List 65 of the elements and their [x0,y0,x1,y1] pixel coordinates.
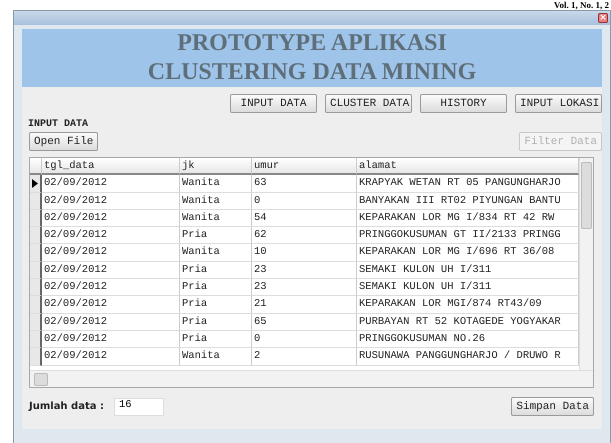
table-cell: Pria [180,296,252,314]
table-cell: BANYAKAN III RT02 PIYUNGAN BANTU [357,192,579,210]
table-cell: KRAPYAK WETAN RT 05 PANGUNGHARJO [357,175,579,193]
table-cell: 23 [252,262,357,280]
table-cell: Wanita [180,348,252,366]
table-cell: 02/09/2012 [42,192,180,210]
column-header[interactable]: alamat [357,158,579,176]
row-pointer-icon [32,178,38,188]
table-cell: Wanita [180,244,252,262]
table-cell: 2 [252,348,357,366]
column-header[interactable]: umur [252,158,357,176]
table-cell: Pria [180,330,252,348]
table-cell: 02/09/2012 [42,262,180,280]
table-cell: Pria [180,279,252,296]
column-header[interactable]: jk [180,158,252,176]
table-cell: 0 [252,192,357,210]
horizontal-scrollbar[interactable] [30,370,593,387]
table-cell: SEMAKI KULON UH I/311 [357,279,579,296]
app-title: PROTOTYPE APLIKASI [177,29,447,58]
column-header[interactable]: tgl_data [42,158,180,176]
table-cell: Wanita [180,175,252,193]
table-cell: 02/09/2012 [42,175,180,193]
table-cell: 62 [252,227,357,244]
table-cell: 02/09/2012 [42,348,180,366]
table-cell: Pria [180,262,252,280]
table-cell: KEPARAKAN LOR MG I/696 RT 36/08 [357,244,579,262]
table-cell: 02/09/2012 [42,330,180,348]
table-cell: Wanita [180,192,252,210]
corner-header [30,158,42,176]
table-cell: 0 [252,330,357,348]
table-cell: PURBAYAN RT 52 KOTAGEDE YOGYAKAR [357,314,579,331]
table-cell: SEMAKI KULON UH I/311 [357,262,579,280]
table-cell: 23 [252,279,357,296]
nav-button[interactable]: INPUT DATA [230,94,317,113]
table-cell: KEPARAKAN LOR MG I/834 RT 42 RW [357,210,579,228]
table-cell: 02/09/2012 [42,227,180,244]
table-cell: PRINGGOKUSUMAN GT II/2133 PRINGG [357,227,579,244]
section-label: INPUT DATA [28,119,90,130]
vertical-scrollbar[interactable] [579,158,593,370]
table-cell: 65 [252,314,357,331]
table-cell: PRINGGOKUSUMAN NO.26 [357,330,579,348]
table-cell: 21 [252,296,357,314]
table-cell: 02/09/2012 [42,210,180,228]
table-cell: 02/09/2012 [42,296,180,314]
page-header: Vol. 1, No. 1, 2 [554,0,609,10]
table-cell: Pria [180,227,252,244]
table-cell: 54 [252,210,357,228]
table-cell: 02/09/2012 [42,314,180,331]
table-cell: Pria [180,314,252,331]
open-file-button[interactable]: Open File [29,132,98,151]
nav-button[interactable]: INPUT LOKASI [515,94,602,113]
nav-button[interactable]: CLUSTER DATA [325,94,412,113]
count-label: Jumlah data : [29,401,104,412]
row-header[interactable] [30,175,42,193]
table-cell: 10 [252,244,357,262]
table-cell: 02/09/2012 [42,279,180,296]
table-cell: RUSUNAWA PANGGUNGHARJO / DRUWO R [357,348,579,366]
table-cell: KEPARAKAN LOR MGI/874 RT43/09 [357,296,579,314]
save-button[interactable]: Simpan Data [511,397,594,416]
table-cell: 02/09/2012 [42,244,180,262]
table-cell: 63 [252,175,357,193]
table-cell: Wanita [180,210,252,228]
count-field[interactable]: 16 [114,398,164,416]
nav-button[interactable]: HISTORY [420,94,507,113]
app-title: CLUSTERING DATA MINING [148,58,476,87]
